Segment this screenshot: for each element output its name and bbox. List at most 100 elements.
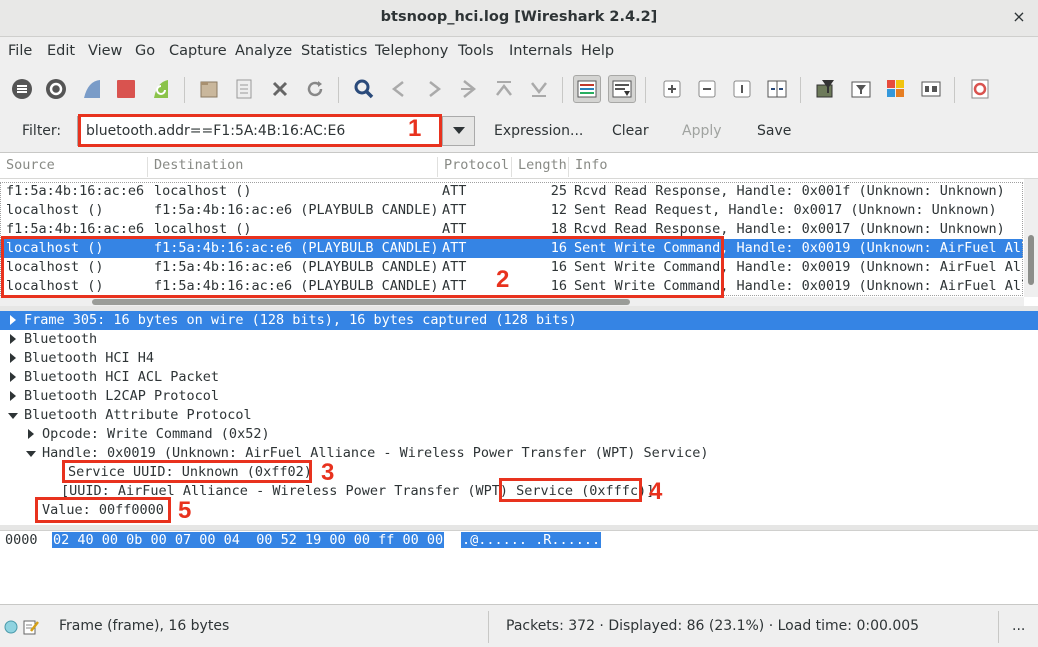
tree-item-bluetooth[interactable]: Bluetooth	[0, 330, 1038, 349]
save-filter-button[interactable]: Save	[757, 123, 791, 139]
packet-protocol: ATT	[442, 240, 467, 256]
annotation-number-1: 1	[408, 115, 422, 142]
packet-row[interactable]: f1:5a:4b:16:ac:e6 localhost () ATT 25 Rc…	[0, 182, 1023, 201]
status-packet-counts: Packets: 372 · Displayed: 86 (23.1%) · L…	[506, 618, 920, 634]
expander-right-icon[interactable]	[10, 334, 16, 344]
annotation-number-4: 4	[649, 478, 663, 505]
packet-list-vertical-scrollbar[interactable]	[1024, 179, 1038, 297]
open-file-icon[interactable]	[195, 75, 223, 103]
menu-analyze[interactable]: Analyze	[235, 43, 292, 59]
tree-item-hci-h4[interactable]: Bluetooth HCI H4	[0, 349, 1038, 368]
expander-right-icon[interactable]	[10, 391, 16, 401]
packet-info: Sent Write Command, Handle: 0x0019 (Unkn…	[574, 259, 1023, 275]
apply-filter-button[interactable]: Apply	[682, 123, 722, 139]
status-separator	[488, 611, 489, 643]
options-icon[interactable]	[42, 75, 70, 103]
menu-view[interactable]: View	[88, 43, 122, 59]
reload-file-icon[interactable]	[301, 75, 329, 103]
go-last-icon[interactable]	[525, 75, 553, 103]
menu-capture[interactable]: Capture	[169, 43, 227, 59]
menu-telephony[interactable]: Telephony	[375, 43, 448, 59]
toolbar-separator	[645, 77, 646, 103]
expander-down-icon[interactable]	[26, 451, 36, 457]
packet-source: localhost ()	[6, 259, 104, 275]
tree-item-service-uuid[interactable]: Service UUID: Unknown (0xff02)	[0, 463, 1038, 482]
hex-bytes[interactable]: 02 40 00 0b 00 07 00 04 00 52 19 00 00 f…	[52, 532, 445, 548]
tree-item-frame[interactable]: Frame 305: 16 bytes on wire (128 bits), …	[0, 311, 1038, 330]
menu-edit[interactable]: Edit	[47, 43, 75, 59]
packet-info: Sent Write Command, Handle: 0x0019 (Unkn…	[574, 278, 1023, 294]
clear-filter-button[interactable]: Clear	[612, 123, 649, 139]
menu-tools[interactable]: Tools	[458, 43, 494, 59]
packet-row-selected[interactable]: localhost () f1:5a:4b:16:ac:e6 (PLAYBULB…	[0, 239, 1023, 258]
column-length[interactable]: Length	[512, 157, 569, 177]
zoom-in-icon[interactable]	[658, 75, 686, 103]
expander-right-icon[interactable]	[10, 372, 16, 382]
status-profile[interactable]: ...	[1012, 618, 1025, 634]
interfaces-icon[interactable]	[8, 75, 36, 103]
display-filters-icon[interactable]	[847, 75, 875, 103]
coloring-rules-icon[interactable]	[882, 75, 910, 103]
expander-right-icon[interactable]	[10, 315, 16, 325]
normal-size-icon[interactable]	[728, 75, 756, 103]
filter-history-dropdown[interactable]	[443, 116, 475, 146]
tree-item-uuid[interactable]: [UUID: AirFuel Alliance - Wireless Power…	[0, 482, 1038, 501]
packet-protocol: ATT	[442, 202, 467, 218]
packet-row[interactable]: f1:5a:4b:16:ac:e6 localhost () ATT 18 Rc…	[0, 220, 1023, 239]
resize-columns-icon[interactable]	[763, 75, 791, 103]
menu-internals[interactable]: Internals	[509, 43, 572, 59]
go-to-packet-icon[interactable]	[455, 75, 483, 103]
preferences-icon[interactable]	[917, 75, 945, 103]
menu-statistics[interactable]: Statistics	[301, 43, 367, 59]
tree-item-opcode[interactable]: Opcode: Write Command (0x52)	[0, 425, 1038, 444]
help-icon[interactable]	[966, 75, 994, 103]
save-file-icon[interactable]	[230, 75, 258, 103]
go-first-icon[interactable]	[490, 75, 518, 103]
display-filter-input[interactable]: bluetooth.addr==F1:5A:4B:16:AC:E6	[77, 116, 443, 146]
toolbar-separator	[954, 77, 955, 103]
go-forward-icon[interactable]	[420, 75, 448, 103]
stop-capture-icon[interactable]	[112, 75, 140, 103]
packet-row[interactable]: localhost () f1:5a:4b:16:ac:e6 (PLAYBULB…	[0, 201, 1023, 220]
scrollbar-thumb[interactable]	[92, 299, 630, 305]
capture-filters-icon[interactable]	[812, 75, 840, 103]
restart-capture-icon[interactable]	[147, 75, 175, 103]
find-packet-icon[interactable]	[350, 75, 378, 103]
packet-length: 16	[550, 259, 567, 275]
expander-right-icon[interactable]	[28, 429, 34, 439]
window-title: btsnoop_hci.log [Wireshark 2.4.2]	[380, 9, 658, 25]
scrollbar-thumb[interactable]	[1028, 235, 1034, 285]
start-capture-icon[interactable]	[78, 75, 106, 103]
column-source[interactable]: Source	[0, 157, 148, 177]
tree-item-att[interactable]: Bluetooth Attribute Protocol	[0, 406, 1038, 425]
close-window-button[interactable]: ×	[1008, 6, 1030, 28]
tree-item-hci-acl[interactable]: Bluetooth HCI ACL Packet	[0, 368, 1038, 387]
colorize-icon[interactable]	[573, 75, 601, 103]
close-file-icon[interactable]	[266, 75, 294, 103]
zoom-out-icon[interactable]	[693, 75, 721, 103]
status-selected-field: Frame (frame), 16 bytes	[59, 618, 230, 634]
capture-comment-icon[interactable]	[22, 618, 40, 636]
autoscroll-icon[interactable]	[608, 75, 636, 103]
packet-source: localhost ()	[6, 278, 104, 294]
expression-button[interactable]: Expression...	[494, 123, 583, 139]
go-back-icon[interactable]	[385, 75, 413, 103]
menu-go[interactable]: Go	[135, 43, 155, 59]
expander-right-icon[interactable]	[10, 353, 16, 363]
menu-file[interactable]: File	[8, 43, 32, 59]
expander-down-icon[interactable]	[8, 413, 18, 419]
packet-destination: localhost ()	[154, 221, 252, 237]
tree-item-l2cap[interactable]: Bluetooth L2CAP Protocol	[0, 387, 1038, 406]
column-info[interactable]: Info	[569, 157, 1024, 177]
tree-item-handle[interactable]: Handle: 0x0019 (Unknown: AirFuel Allianc…	[0, 444, 1038, 463]
column-protocol[interactable]: Protocol	[438, 157, 512, 177]
packet-protocol: ATT	[442, 259, 467, 275]
packet-row[interactable]: localhost () f1:5a:4b:16:ac:e6 (PLAYBULB…	[0, 277, 1023, 296]
column-destination[interactable]: Destination	[148, 157, 438, 177]
tree-item-value[interactable]: Value: 00ff0000	[0, 501, 1038, 520]
packet-row[interactable]: localhost () f1:5a:4b:16:ac:e6 (PLAYBULB…	[0, 258, 1023, 277]
packet-protocol: ATT	[442, 183, 467, 199]
menu-help[interactable]: Help	[581, 43, 614, 59]
expert-info-icon[interactable]	[4, 620, 18, 634]
hex-ascii[interactable]: .@...... .R......	[461, 532, 602, 548]
